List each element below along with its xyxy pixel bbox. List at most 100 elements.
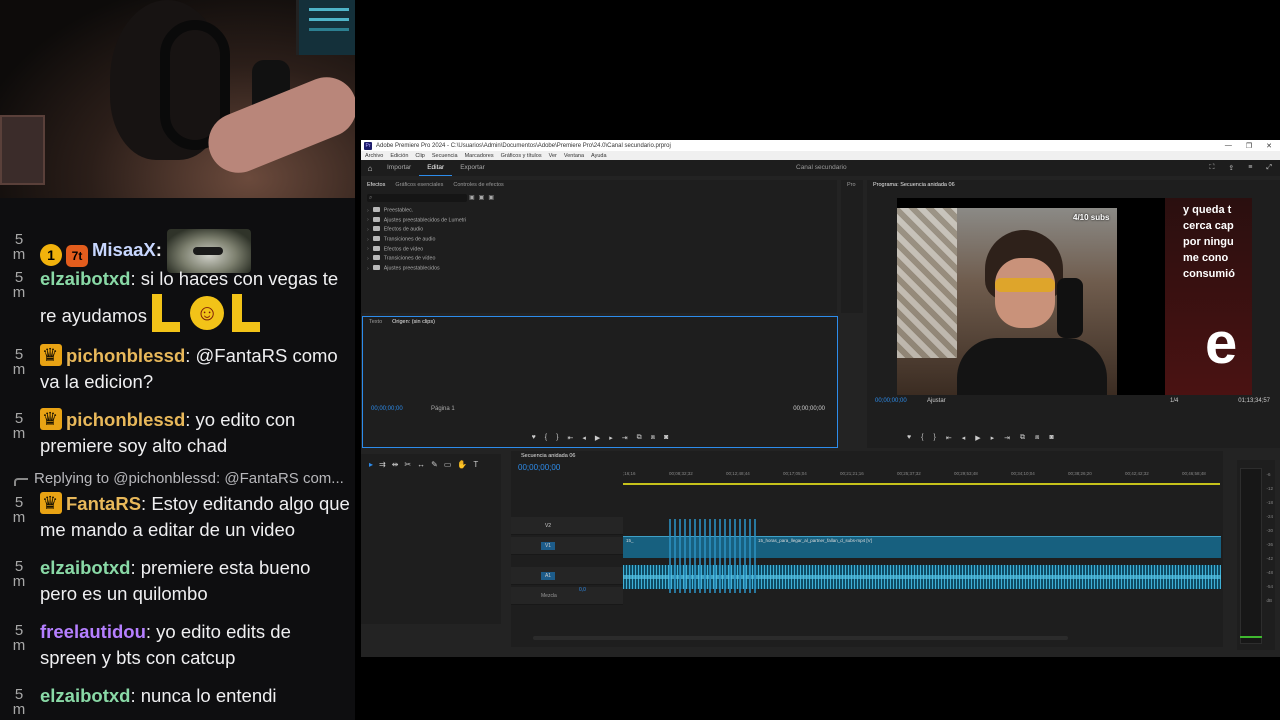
menu-graficos[interactable]: Gráficos y títulos — [501, 153, 542, 159]
username[interactable]: freelautidou — [40, 621, 146, 642]
rectangle-icon[interactable]: ▭ — [444, 460, 452, 469]
play-icon[interactable]: ▶ — [975, 434, 980, 442]
yuv-effects-icon[interactable]: ▣ — [488, 194, 494, 201]
menu-ver[interactable]: Ver — [549, 153, 557, 159]
timeline-scrollbar[interactable] — [533, 636, 1068, 640]
tab-texto[interactable]: Texto — [369, 319, 382, 325]
timeline-timecode[interactable]: 00;00;00;00 — [518, 463, 560, 472]
tab-sequence[interactable]: Secuencia anidada 06 — [521, 453, 575, 459]
fit-dropdown[interactable]: Ajustar — [927, 398, 946, 404]
slip-icon[interactable]: ↔ — [417, 460, 425, 469]
step-back-icon[interactable]: ◂ — [962, 434, 966, 442]
menu-marcadores[interactable]: Marcadores — [465, 153, 494, 159]
quality-dropdown[interactable]: 1/4 — [1170, 398, 1178, 404]
username[interactable]: MisaaX — [92, 239, 156, 260]
expand-icon[interactable]: ⤢ — [1266, 164, 1272, 172]
time-ruler[interactable]: ;16;16 00;08;32;32 00;12;48;44 00;17;05;… — [623, 469, 1220, 481]
step-back-icon[interactable]: ◂ — [582, 434, 586, 442]
fullscreen-icon[interactable]: ⛶ — [1210, 164, 1215, 172]
play-icon[interactable]: ▶ — [595, 434, 600, 442]
menu-edicion[interactable]: Edición — [390, 153, 408, 159]
username[interactable]: pichonblessd — [66, 345, 185, 366]
close-icon[interactable]: ✕ — [1266, 142, 1272, 150]
mark-in-icon[interactable]: { — [921, 434, 923, 442]
menu-clip[interactable]: Clip — [415, 153, 424, 159]
camera-icon[interactable]: ◙ — [664, 434, 668, 442]
hand-icon[interactable]: ✋ — [457, 460, 467, 469]
effects-search-input[interactable]: ⌕ — [367, 194, 467, 202]
source-timecode[interactable]: 00;00;00;00 — [371, 406, 403, 412]
effects-folder[interactable]: › Transiciones de vídeo — [367, 255, 466, 265]
go-to-in-icon[interactable]: ⇤ — [567, 434, 573, 442]
effects-folder[interactable]: › Ajustes preestablecidos — [367, 265, 466, 275]
lift-icon[interactable]: ⧉ — [1020, 434, 1025, 442]
effects-folder[interactable]: › Efectos de audio — [367, 226, 466, 236]
mark-in-icon[interactable]: { — [545, 434, 547, 442]
effects-folder[interactable]: › Ajustes preestablecidos de Lumetri — [367, 216, 466, 227]
timestamp: 5 m — [12, 231, 26, 263]
go-to-in-icon[interactable]: ⇤ — [946, 434, 952, 442]
go-to-out-icon[interactable]: ⇥ — [1004, 434, 1010, 442]
effects-folder[interactable]: › Transiciones de audio — [367, 236, 466, 246]
razor-icon[interactable]: ✂ — [404, 460, 411, 469]
username[interactable]: pichonblessd — [66, 409, 185, 430]
ripple-edit-icon[interactable]: ⇹ — [392, 460, 399, 469]
pen-icon[interactable]: ✎ — [431, 460, 438, 469]
timestamp: 5 m — [12, 346, 26, 378]
menu-icon[interactable]: ≡ — [1248, 164, 1252, 172]
tab-efectos[interactable]: Efectos — [367, 182, 385, 188]
insert-icon[interactable]: ⧉ — [637, 434, 642, 442]
page-selector[interactable]: Página 1 — [431, 406, 455, 412]
program-timecode[interactable]: 00;00;00;00 — [875, 398, 907, 404]
step-forward-icon[interactable]: ▸ — [991, 434, 995, 442]
tab-exportar[interactable]: Exportar — [452, 160, 493, 176]
tab-programa[interactable]: Programa: Secuencia anidada 06 — [873, 182, 955, 188]
menu-ayuda[interactable]: Ayuda — [591, 153, 607, 159]
go-to-out-icon[interactable]: ⇥ — [622, 434, 628, 442]
program-video-frame: 4/10 subs y queda t cerca cap por ningu … — [897, 198, 1252, 395]
overwrite-icon[interactable]: ⧈ — [651, 434, 655, 442]
username[interactable]: elzaibotxd — [40, 557, 130, 578]
extract-icon[interactable]: ⧈ — [1035, 434, 1039, 442]
menu-ventana[interactable]: Ventana — [564, 153, 584, 159]
username[interactable]: elzaibotxd — [40, 268, 130, 289]
audio-meter: -6 -12 -18 -24 -30 -36 -42 -48 -54 dB — [1237, 460, 1275, 650]
accelerated-effects-icon[interactable]: ▣ — [469, 194, 475, 201]
username[interactable]: elzaibotxd — [40, 685, 130, 706]
tab-pro[interactable]: Pro — [847, 182, 856, 188]
mark-out-icon[interactable]: } — [556, 434, 558, 442]
effects-folder[interactable]: › Efectos de vídeo — [367, 245, 466, 256]
effects-folder[interactable]: › Preestablec. — [367, 207, 466, 217]
add-marker-icon[interactable]: ♥ — [532, 434, 536, 442]
work-area-bar[interactable] — [623, 483, 1220, 485]
32bit-effects-icon[interactable]: ▣ — [479, 194, 485, 201]
screen: 5 m 1 7t MisaaX: 5 m elzaibotxd: si lo hac… — [0, 0, 1280, 720]
type-icon[interactable]: T — [473, 460, 478, 469]
username[interactable]: FantaRS — [66, 493, 141, 514]
chat-message: 5 m elzaibotxd: si lo haces con vegas te… — [12, 266, 352, 336]
tab-graficos-esenciales[interactable]: Gráficos esenciales — [395, 182, 443, 188]
step-forward-icon[interactable]: ▸ — [609, 434, 613, 442]
track-select-icon[interactable]: ⇉ — [379, 460, 386, 469]
selection-tool-icon[interactable]: ▸ — [369, 460, 373, 469]
menu-secuencia[interactable]: Secuencia — [432, 153, 458, 159]
tab-controles-efectos[interactable]: Controles de efectos — [453, 182, 503, 188]
home-icon[interactable]: ⌂ — [361, 164, 379, 173]
tab-importar[interactable]: Importar — [379, 160, 419, 176]
share-icon[interactable]: ⇪ — [1228, 164, 1234, 172]
add-marker-icon[interactable]: ♥ — [907, 434, 911, 442]
reply-context[interactable]: Replying to @pichonblessd: @FantaRS com.… — [14, 470, 344, 487]
maximize-icon[interactable]: ❐ — [1246, 142, 1252, 150]
chat-message: 5 m elzaibotxd: premiere esta bueno pero… — [12, 557, 311, 604]
track-header-a1: A1 — [511, 567, 623, 585]
crown-badge — [40, 342, 62, 368]
menu-archivo[interactable]: Archivo — [365, 153, 383, 159]
crown-badge — [40, 490, 62, 516]
wall-poster — [0, 115, 45, 185]
timestamp: 5 m — [12, 686, 26, 718]
minimize-icon[interactable]: — — [1225, 142, 1232, 150]
tab-editar[interactable]: Editar — [419, 160, 453, 176]
mark-out-icon[interactable]: } — [934, 434, 936, 442]
tab-origen[interactable]: Origen: (sin clips) — [392, 319, 435, 325]
camera-icon[interactable]: ◙ — [1049, 434, 1053, 442]
